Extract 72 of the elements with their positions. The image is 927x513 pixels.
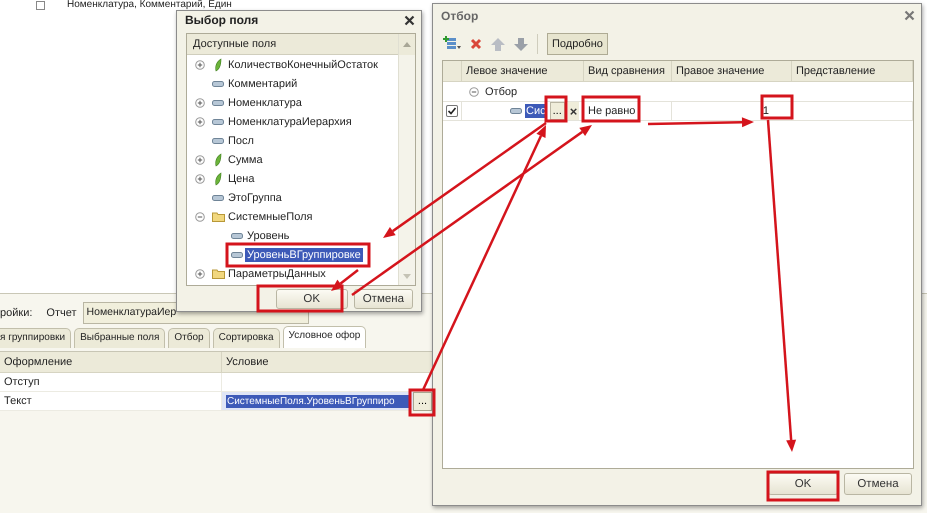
expand-icon[interactable] <box>195 268 205 278</box>
highlight-frame <box>544 96 568 122</box>
tree-item[interactable]: СистемныеПоля <box>226 210 314 224</box>
field-icon <box>510 108 522 114</box>
field-icon <box>212 194 224 200</box>
tree-item[interactable]: Комментарий <box>226 76 300 90</box>
choose-button[interactable]: ... <box>550 102 565 120</box>
expand-icon[interactable] <box>195 98 205 108</box>
cancel-button[interactable]: Отмена <box>844 473 912 495</box>
condition-value[interactable]: СистемныеПоля.УровеньВГруппиро <box>226 394 411 408</box>
details-toggle[interactable]: Подробно <box>547 33 608 55</box>
tree-item[interactable]: ЭтоГруппа <box>226 190 284 204</box>
expand-icon[interactable] <box>195 116 205 126</box>
tree-item[interactable]: КоличествоКонечныйОстаток <box>226 58 380 72</box>
tree-item[interactable]: Посл <box>226 134 256 148</box>
close-icon[interactable] <box>404 14 415 26</box>
column-header: Левое значение <box>462 61 584 82</box>
folder-icon <box>212 268 224 279</box>
settings-tab[interactable]: Сортировка <box>212 328 280 348</box>
choose-button[interactable]: ... <box>413 392 432 410</box>
clear-button[interactable]: × <box>568 102 580 120</box>
settings-tab[interactable]: я группировки <box>0 328 72 348</box>
column-header: Вид сравнения <box>584 61 672 82</box>
field-icon <box>231 252 243 258</box>
report-label: Отчет <box>46 307 77 319</box>
tree-item[interactable]: Сумма <box>226 152 265 166</box>
column-header: Правое значение <box>672 61 792 82</box>
highlight-frame <box>582 96 640 122</box>
tree-item[interactable]: Цена <box>226 172 256 186</box>
leaf-icon <box>214 58 222 72</box>
column-header: Доступные поля <box>187 34 398 55</box>
tree-item[interactable]: Уровень <box>245 228 292 242</box>
leaf-icon <box>214 172 222 186</box>
settings-tab[interactable]: Условное офор <box>282 326 366 348</box>
tree-item[interactable]: Номенклатура <box>226 96 304 110</box>
settings-label: ройки: <box>0 307 32 319</box>
folder-icon <box>212 211 224 222</box>
expand-icon[interactable] <box>195 174 205 184</box>
tree-item[interactable]: ПараметрыДанных <box>226 266 328 280</box>
expand-icon[interactable] <box>195 60 205 70</box>
highlight-frame <box>408 388 436 416</box>
tree-item[interactable]: НоменклатураИерархия <box>226 114 354 128</box>
ok-button[interactable]: OK <box>276 289 348 309</box>
field-icon <box>231 232 243 238</box>
expander-icon[interactable] <box>36 0 45 10</box>
dialog-title: Выбор поля <box>185 13 258 27</box>
cancel-button[interactable]: Отмена <box>354 289 413 309</box>
collapse-icon[interactable] <box>469 86 479 96</box>
ok-button[interactable]: OK <box>768 473 838 495</box>
field-icon <box>212 118 224 124</box>
field-icon <box>212 80 224 86</box>
checkbox[interactable] <box>446 105 458 117</box>
column-header: Представление <box>792 61 913 82</box>
group-label: Отбор <box>485 86 518 98</box>
highlight-frame <box>760 94 794 120</box>
leaf-icon <box>214 152 222 166</box>
comparison-value[interactable]: Не равно <box>584 102 672 120</box>
field-icon <box>212 100 224 106</box>
expand-icon[interactable] <box>195 154 205 164</box>
column-header: Оформление <box>0 352 222 373</box>
tree-item[interactable]: УровеньВГруппировке <box>245 248 363 262</box>
field-icon <box>212 138 224 144</box>
left-value[interactable]: Сис <box>525 104 547 118</box>
header-cell <box>443 61 462 82</box>
add-row-icon[interactable] <box>443 36 461 52</box>
settings-tab[interactable]: Отбор <box>168 328 210 348</box>
table-cell: Текст <box>0 392 222 411</box>
delete-icon[interactable] <box>470 38 482 50</box>
settings-tab[interactable]: Выбранные поля <box>74 328 166 348</box>
dialog-title: Отбор <box>441 8 478 22</box>
collapse-icon[interactable] <box>195 212 205 222</box>
table-cell: Отступ <box>0 373 222 392</box>
